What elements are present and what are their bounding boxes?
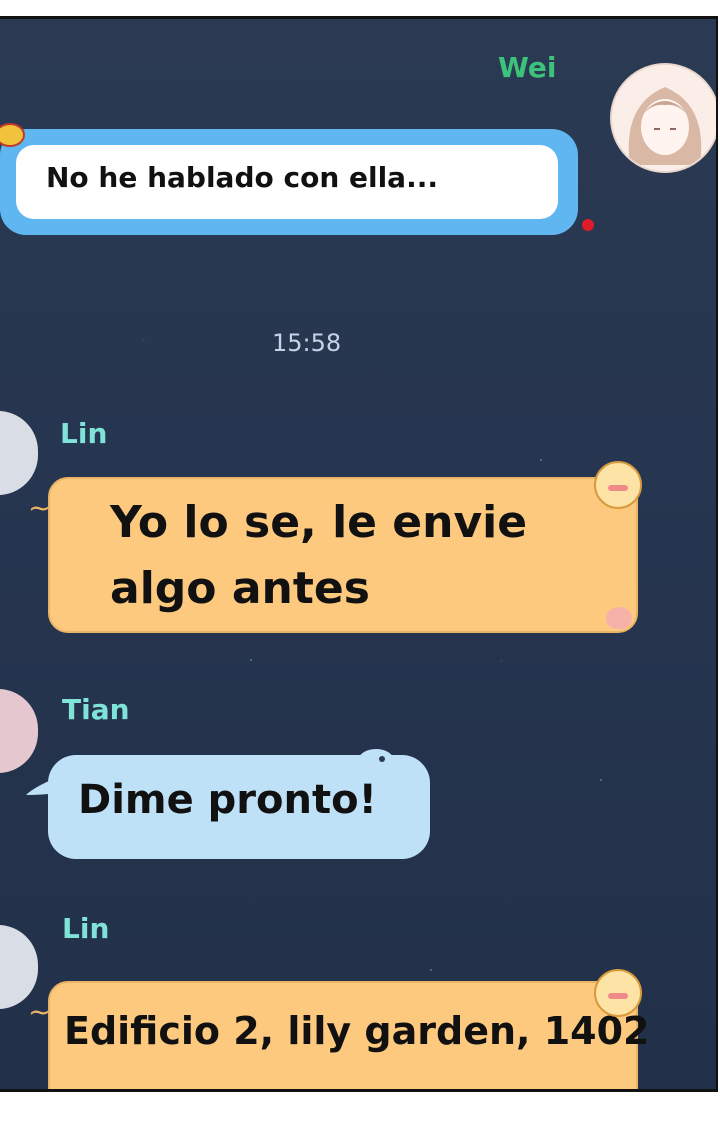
star-decoration (600, 779, 602, 781)
star-decoration (540, 459, 542, 461)
avatar-lin[interactable] (0, 411, 38, 495)
bubble-tail-icon (26, 777, 58, 795)
timestamp: 15:58 (272, 329, 342, 357)
sender-name-lin: Lin (62, 912, 110, 945)
monkey-sticker-icon (594, 461, 642, 509)
message-text: No he hablado con ella... (46, 161, 438, 194)
avatar-wei[interactable] (610, 63, 716, 173)
star-decoration (250, 659, 252, 661)
hippo-icon (358, 749, 394, 773)
message-text: Edificio 2, lily garden, 1402 (64, 1009, 650, 1053)
sender-name-wei: Wei (498, 51, 557, 84)
avatar-tian[interactable] (0, 689, 38, 773)
decorative-dot (110, 1091, 118, 1092)
sender-name-tian: Tian (62, 693, 130, 726)
monkey-sticker-icon (594, 969, 642, 1017)
avatar-wei-image (612, 65, 716, 171)
message-text: Dime pronto! (78, 777, 377, 823)
sticker-icon (0, 123, 25, 147)
peach-icon (606, 607, 632, 629)
sender-name-lin: Lin (60, 417, 108, 450)
chat-panel: Wei No he hablado con ella... 15:58 Lin … (0, 16, 718, 1092)
message-text: Yo lo se, le envie (110, 497, 528, 548)
star-decoration (430, 969, 432, 971)
unread-dot (582, 219, 594, 231)
message-text: algo antes (110, 563, 370, 614)
